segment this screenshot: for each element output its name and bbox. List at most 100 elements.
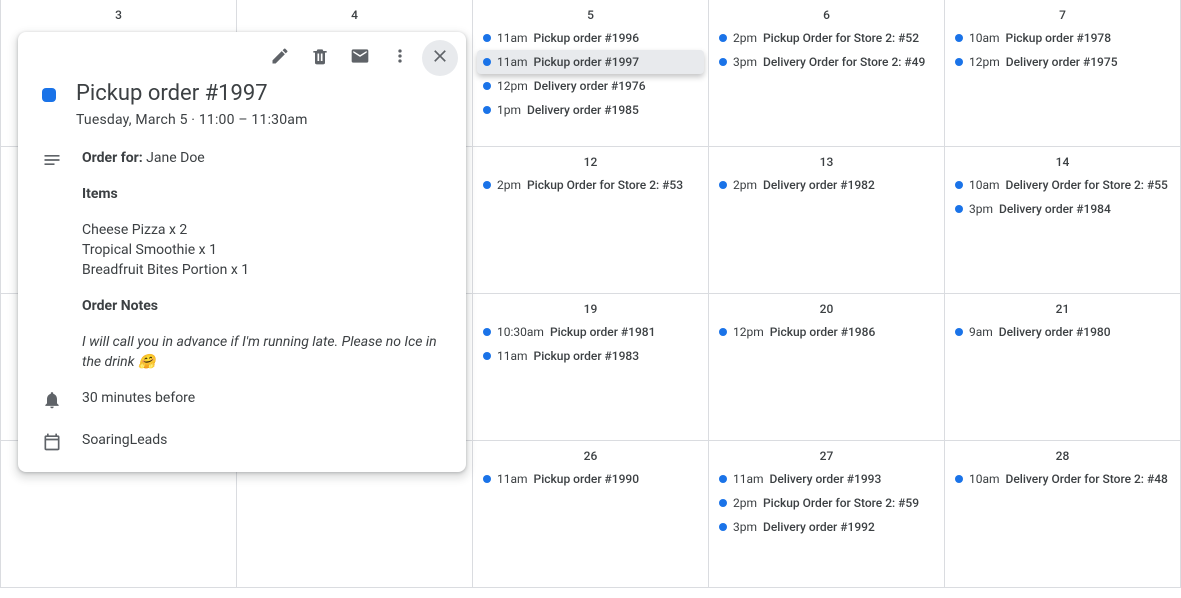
event-title: Pickup Order for Store 2: #59 — [763, 493, 919, 513]
options-button[interactable] — [382, 40, 418, 76]
day-cell[interactable]: 132pmDelivery order #1982 — [709, 147, 945, 294]
day-cell[interactable]: 710amPickup order #197812pm Delivery orde… — [945, 0, 1181, 147]
calendar-event[interactable]: 11am Pickup order #1990 — [477, 467, 704, 491]
calendar-event[interactable]: 10amDelivery Order for Store 2: #55 — [949, 173, 1176, 197]
event-title: Pickup order #1986 — [770, 322, 876, 342]
day-number: 6 — [709, 0, 944, 26]
event-dot-icon — [719, 58, 727, 66]
day-cell[interactable]: 122pmPickup Order for Store 2: #53 — [473, 147, 709, 294]
pencil-icon — [270, 46, 290, 70]
day-number: 14 — [945, 147, 1180, 173]
day-cell[interactable]: 2012pm Pickup order #1986 — [709, 294, 945, 441]
event-color-swatch — [42, 88, 56, 102]
day-cell[interactable]: 62pmPickup Order for Store 2: #523pm Deli… — [709, 0, 945, 147]
day-cell[interactable]: 2711amDelivery order #19932pm Pickup Orde… — [709, 441, 945, 588]
event-dot-icon — [719, 328, 727, 336]
delete-button[interactable] — [302, 40, 338, 76]
calendar-event[interactable]: 11amDelivery order #1993 — [713, 467, 940, 491]
calendar-event[interactable]: 11amPickup order #1996 — [477, 26, 704, 50]
day-number: 7 — [945, 0, 1180, 26]
event-time: 9am — [969, 322, 993, 342]
order-item: Tropical Smoothie x 1 — [82, 240, 442, 260]
event-time: 2pm — [733, 493, 757, 513]
calendar-event[interactable]: 1pm Delivery order #1985 — [477, 98, 704, 122]
calendar-icon — [42, 432, 62, 456]
event-time: 12pm — [733, 322, 764, 342]
edit-button[interactable] — [262, 40, 298, 76]
event-time: 2pm — [733, 28, 757, 48]
event-dot-icon — [483, 475, 491, 483]
calendar-event[interactable]: 2pmPickup Order for Store 2: #52 — [713, 26, 940, 50]
calendar-event[interactable]: 12pm Delivery order #1976 — [477, 74, 704, 98]
event-time: 12pm — [497, 76, 528, 96]
day-cell[interactable]: 219am Delivery order #1980 — [945, 294, 1181, 441]
event-dot-icon — [719, 523, 727, 531]
event-time: 11am — [497, 469, 528, 489]
event-dot-icon — [483, 352, 491, 360]
order-item: Cheese Pizza x 2 — [82, 220, 442, 240]
event-title: Delivery order #1975 — [1006, 52, 1118, 72]
event-title: Delivery order #1992 — [763, 517, 875, 537]
calendar-event[interactable]: 10:30amPickup order #1981 — [477, 320, 704, 344]
event-time: 11am — [497, 346, 528, 366]
calendar-event[interactable]: 12pm Delivery order #1975 — [949, 50, 1176, 74]
event-title: Pickup order #1978 — [1006, 28, 1112, 48]
day-cell[interactable]: 2611amPickup order #1990 — [473, 441, 709, 588]
day-number: 27 — [709, 441, 944, 467]
event-dot-icon — [483, 328, 491, 336]
close-button[interactable] — [422, 40, 458, 76]
day-number: 28 — [945, 441, 1180, 467]
event-dot-icon — [719, 499, 727, 507]
day-number: 20 — [709, 294, 944, 320]
calendar-event[interactable]: 9am Delivery order #1980 — [949, 320, 1176, 344]
calendar-event[interactable]: 3pm Delivery Order for Store 2: #49 — [713, 50, 940, 74]
event-time: 2pm — [497, 175, 521, 195]
trash-icon — [310, 46, 330, 70]
event-title: Pickup order #1990 — [534, 469, 640, 489]
email-button[interactable] — [342, 40, 378, 76]
close-icon — [430, 46, 450, 70]
event-dot-icon — [719, 475, 727, 483]
event-time: 3pm — [733, 517, 757, 537]
day-cell[interactable]: 511amPickup order #199611amPickup order … — [473, 0, 709, 147]
event-time: 2pm — [733, 175, 757, 195]
event-reminder: 30 minutes before — [82, 388, 195, 408]
description-icon — [42, 150, 62, 174]
day-number: 19 — [473, 294, 708, 320]
calendar-event[interactable]: 3pmDelivery order #1984 — [949, 197, 1176, 221]
event-title: Pickup order #1983 — [534, 346, 640, 366]
day-cell[interactable]: 2810amDelivery Order for Store 2: #48 — [945, 441, 1181, 588]
event-title: Delivery Order for Store 2: #48 — [1006, 469, 1168, 489]
day-cell[interactable]: 1410amDelivery Order for Store 2: #553pm… — [945, 147, 1181, 294]
order-item: Breadfruit Bites Portion x 1 — [82, 260, 442, 280]
calendar-event[interactable]: 3pm Delivery order #1992 — [713, 515, 940, 539]
bell-icon — [42, 390, 62, 414]
event-dot-icon — [955, 58, 963, 66]
event-dot-icon — [719, 181, 727, 189]
day-number: 3 — [1, 0, 236, 26]
event-time: 1pm — [497, 100, 521, 120]
event-title: Delivery order #1993 — [770, 469, 882, 489]
event-title: Pickup order #1997 — [76, 80, 308, 108]
day-number: 21 — [945, 294, 1180, 320]
calendar-event[interactable]: 10amPickup order #1978 — [949, 26, 1176, 50]
event-title: Delivery Order for Store 2: #49 — [763, 52, 925, 72]
day-cell[interactable]: 1910:30amPickup order #198111am Pickup or… — [473, 294, 709, 441]
event-title: Delivery order #1980 — [999, 322, 1111, 342]
calendar-event[interactable]: 2pm Pickup Order for Store 2: #59 — [713, 491, 940, 515]
event-title: Pickup order #1981 — [550, 322, 656, 342]
event-title: Delivery order #1985 — [527, 100, 639, 120]
event-time: 11am — [497, 52, 528, 72]
event-time: 3pm — [733, 52, 757, 72]
calendar-event[interactable]: 2pmPickup Order for Store 2: #53 — [477, 173, 704, 197]
event-title: Delivery order #1976 — [534, 76, 646, 96]
event-dot-icon — [483, 82, 491, 90]
event-description: Order for: Jane Doe Items Cheese Pizza x… — [82, 148, 442, 372]
event-time: 12pm — [969, 52, 1000, 72]
calendar-event[interactable]: 2pm Delivery order #1982 — [713, 173, 940, 197]
calendar-event[interactable]: 11amPickup order #1997 — [477, 50, 704, 74]
event-title: Delivery order #1982 — [763, 175, 875, 195]
calendar-event[interactable]: 10amDelivery Order for Store 2: #48 — [949, 467, 1176, 491]
calendar-event[interactable]: 12pm Pickup order #1986 — [713, 320, 940, 344]
calendar-event[interactable]: 11am Pickup order #1983 — [477, 344, 704, 368]
